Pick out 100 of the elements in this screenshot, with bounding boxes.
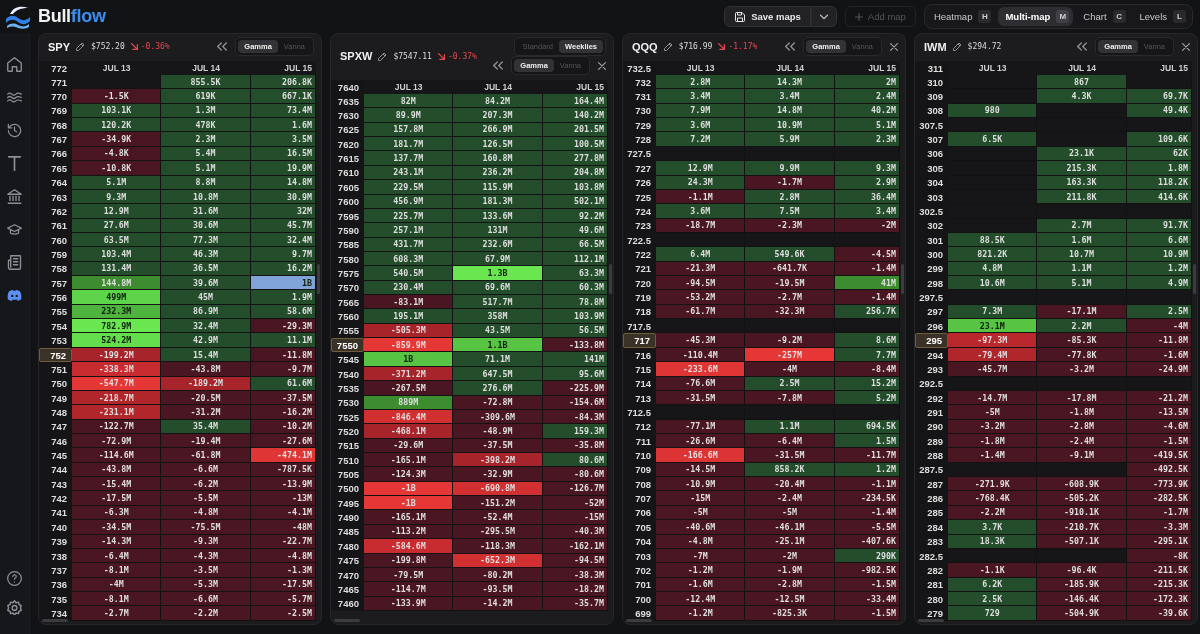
newspaper-icon[interactable] bbox=[7, 255, 22, 270]
heatmap-cell: 1.6M bbox=[250, 118, 316, 133]
double-chevron-left-icon[interactable] bbox=[1077, 42, 1088, 51]
close-icon[interactable] bbox=[890, 42, 898, 51]
heatmap-cell: -24.9M bbox=[1126, 362, 1192, 377]
heatmap-cell: 2M bbox=[834, 75, 900, 90]
heatmap-cell: 9.3M bbox=[834, 161, 900, 176]
graduation-cap-icon[interactable] bbox=[7, 222, 22, 237]
heatmap-cell: -2.4M bbox=[745, 491, 835, 506]
strike-label: 771 bbox=[39, 75, 72, 90]
heatmap-cell: 667.1K bbox=[250, 89, 316, 104]
price-label: $752.20 bbox=[91, 42, 125, 51]
heatmap-cell: 3.5M bbox=[250, 132, 316, 147]
pencil-icon[interactable] bbox=[378, 51, 388, 61]
view-tab[interactable]: Chart C bbox=[1076, 7, 1130, 26]
strike-label: 717 bbox=[623, 333, 656, 348]
heatmap-cell: -5.5M bbox=[834, 520, 900, 535]
heatmap-cell: -859.9M bbox=[364, 338, 454, 353]
change-label: -0.36% bbox=[140, 42, 170, 51]
heatmap-cell: 257.1M bbox=[364, 223, 454, 238]
heatmap-cell: 120.2K bbox=[72, 118, 162, 133]
heatmap-cell: 103.4M bbox=[72, 247, 162, 262]
t-shape-icon[interactable] bbox=[7, 156, 22, 171]
heatmap-cell: 69.7K bbox=[1126, 89, 1192, 104]
double-chevron-left-icon[interactable] bbox=[217, 42, 228, 51]
plus-icon bbox=[854, 12, 863, 21]
heatmap-cell: -4M bbox=[1126, 319, 1192, 334]
home-icon[interactable] bbox=[7, 57, 22, 72]
heatmap-cell: -3.3M bbox=[1126, 520, 1192, 535]
view-tab[interactable]: Heatmap H bbox=[926, 7, 996, 26]
strike-label: 7490 bbox=[331, 510, 364, 525]
heatmap-cell: 2.3M bbox=[161, 132, 251, 147]
heatmap-cell: -773.9K bbox=[1126, 477, 1192, 492]
strike-label: 729 bbox=[623, 118, 656, 133]
heatmap-cell: -16.2M bbox=[250, 405, 316, 420]
strike-label: 291 bbox=[915, 405, 948, 420]
strike-label: 702 bbox=[623, 563, 656, 578]
heatmap-cell: 229.5M bbox=[364, 180, 454, 195]
heatmap-cell: -8.4M bbox=[834, 362, 900, 377]
strike-label: 751 bbox=[39, 362, 72, 377]
scrollbar-thumb[interactable] bbox=[626, 619, 652, 622]
strike-label: 7480 bbox=[331, 539, 364, 554]
settings-icon[interactable] bbox=[7, 600, 22, 615]
strike-label: 7520 bbox=[331, 424, 364, 439]
heatmap-cell: -5.5M bbox=[161, 491, 251, 506]
heatmap-cell: -1.2M bbox=[656, 606, 746, 621]
view-tab[interactable]: Levels L bbox=[1132, 7, 1190, 26]
help-icon[interactable] bbox=[7, 571, 22, 586]
strike-label: 759 bbox=[39, 247, 72, 262]
expiry-column-header: JUL 13 bbox=[977, 62, 1008, 75]
heatmap-cell: -97.3M bbox=[948, 333, 1038, 348]
heatmap-cell: 7.2M bbox=[656, 132, 746, 147]
scrollbar-thumb[interactable] bbox=[918, 619, 944, 622]
heatmap-cell: -11.7M bbox=[834, 448, 900, 463]
pencil-icon[interactable] bbox=[952, 42, 962, 51]
heatmap-cell: -768.4K bbox=[948, 491, 1038, 506]
controller-face-icon[interactable] bbox=[7, 288, 22, 303]
heatmap-cell: -48M bbox=[250, 520, 316, 535]
heatmap-cell: 5.1M bbox=[834, 118, 900, 133]
heatmap-cell: -94.5M bbox=[656, 276, 746, 291]
strike-label: 748 bbox=[39, 405, 72, 420]
heatmap-cell: -9.7M bbox=[250, 362, 316, 377]
heatmap-cell: 7.5M bbox=[745, 204, 835, 219]
view-tab[interactable]: Multi-map M bbox=[998, 7, 1074, 26]
scrollbar-thumb[interactable] bbox=[334, 619, 360, 622]
ticker-symbol: SPXW bbox=[340, 50, 373, 62]
close-icon[interactable] bbox=[598, 61, 606, 70]
strike-label: 293 bbox=[915, 362, 948, 377]
expiry-column-header: JUL 14 bbox=[1067, 62, 1097, 75]
heatmap-cell: -225.9M bbox=[542, 381, 608, 396]
strike-label: 724 bbox=[623, 204, 656, 219]
close-icon[interactable] bbox=[1182, 42, 1190, 51]
heatmap-cell: -1.5M bbox=[834, 606, 900, 621]
heatmap-cell: -39.6K bbox=[1126, 606, 1192, 621]
heatmap-cell: 78.8M bbox=[542, 295, 608, 310]
heatmap-cell: -1.1K bbox=[948, 563, 1038, 578]
pencil-icon[interactable] bbox=[663, 42, 673, 51]
pencil-icon[interactable] bbox=[76, 42, 85, 51]
heatmap-cell: -282.5K bbox=[1126, 491, 1192, 506]
heatmap-cell: 103.8M bbox=[542, 180, 608, 195]
history-icon[interactable] bbox=[7, 123, 22, 138]
heatmap-cell: 45M bbox=[161, 290, 251, 305]
scrollbar-thumb[interactable] bbox=[42, 619, 68, 622]
heatmap-cell: -43.8M bbox=[161, 362, 251, 377]
heatmap-cell: 141M bbox=[542, 352, 608, 367]
save-maps-button[interactable]: Save maps bbox=[724, 6, 811, 27]
waves-icon[interactable] bbox=[7, 90, 22, 105]
heatmap-cell: 206.8K bbox=[250, 75, 316, 90]
heatmap-cell: -80.6M bbox=[542, 467, 608, 482]
heatmap-cell: -31.2M bbox=[161, 405, 251, 420]
strike-label: 298 bbox=[915, 276, 948, 291]
double-chevron-left-icon[interactable] bbox=[785, 42, 796, 51]
save-options-button[interactable] bbox=[810, 6, 837, 27]
bank-icon[interactable] bbox=[7, 189, 22, 204]
heatmap-cell: -1.9M bbox=[745, 563, 835, 578]
heatmap-cell: -34.9K bbox=[72, 132, 162, 147]
heatmap-cell: -15.4M bbox=[72, 477, 162, 492]
double-chevron-left-icon[interactable] bbox=[493, 61, 504, 70]
heatmap-cell: -234.5K bbox=[834, 491, 900, 506]
wave-logo-icon[interactable] bbox=[5, 4, 31, 29]
